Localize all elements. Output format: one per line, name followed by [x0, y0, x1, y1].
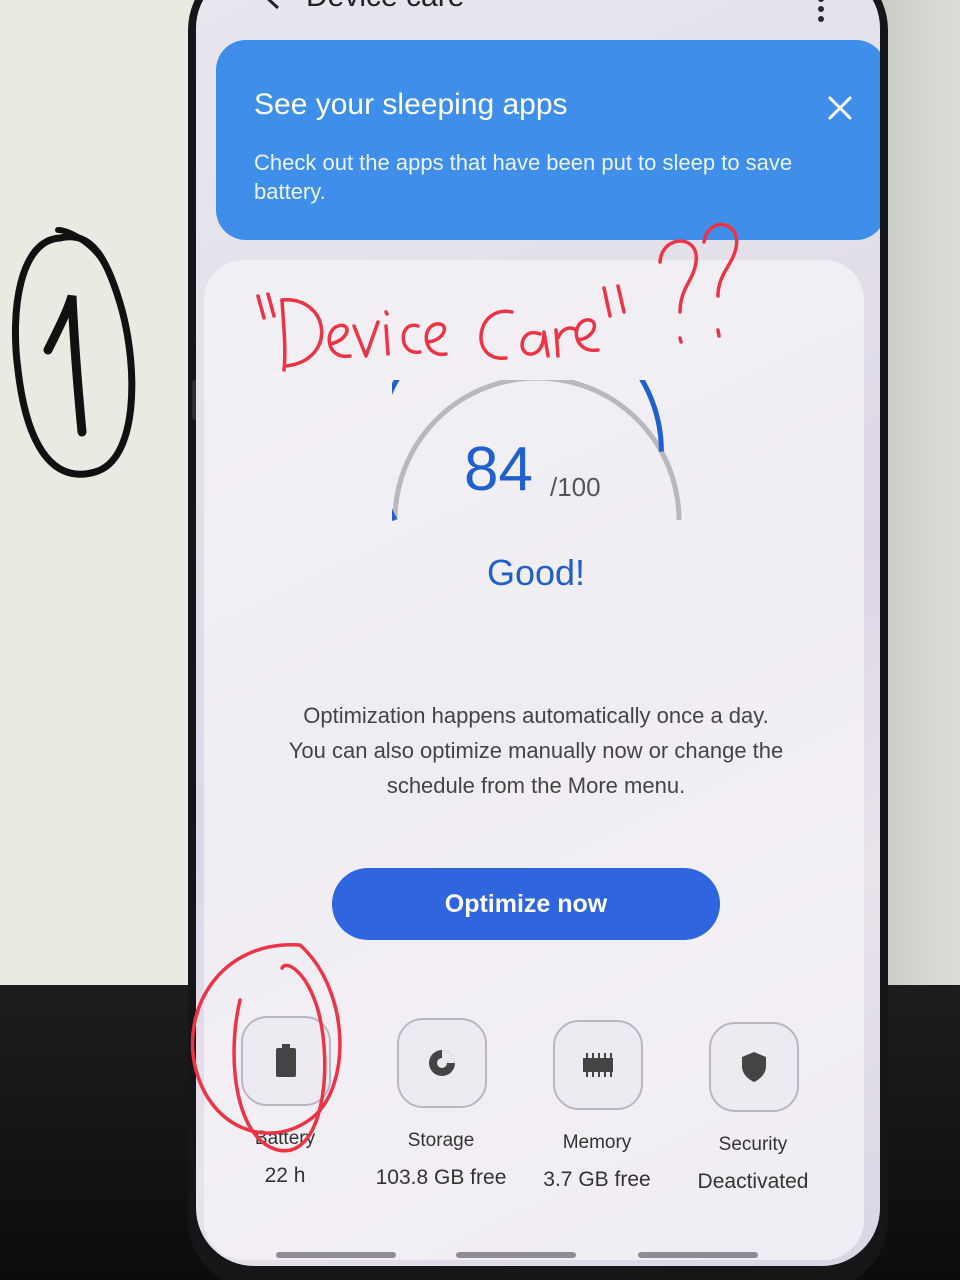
security-label: Security [718, 1134, 788, 1155]
pie-chart-icon [429, 1050, 455, 1076]
sleeping-apps-banner[interactable]: See your sleeping apps Check out the app… [216, 40, 880, 240]
memory-value: 3.7 GB free [543, 1168, 651, 1191]
battery-tile[interactable]: Battery 22 h [210, 1016, 360, 1216]
memory-label: Memory [562, 1132, 632, 1153]
banner-body: Check out the apps that have been put to… [254, 150, 793, 204]
description-line: You can also optimize manually now or ch… [288, 738, 784, 763]
close-icon[interactable] [824, 92, 856, 124]
score-max: /100 [550, 472, 601, 502]
optimize-now-button[interactable]: Optimize now [332, 868, 720, 940]
banner-title: See your sleeping apps [254, 88, 568, 121]
security-icon-box[interactable] [709, 1022, 799, 1112]
battery-icon-box[interactable] [241, 1016, 331, 1106]
gauge-track [392, 380, 682, 521]
battery-icon [276, 1044, 296, 1077]
memory-tile[interactable]: Memory 3.7 GB free [522, 1020, 672, 1220]
storage-label: Storage [407, 1130, 475, 1151]
storage-icon-box[interactable] [397, 1018, 487, 1108]
shield-icon [742, 1052, 766, 1082]
storage-tile[interactable]: Storage 103.8 GB free [366, 1018, 516, 1218]
nav-bar-indicator [638, 1252, 758, 1258]
handwritten-number-annotation [11, 227, 136, 478]
description-line: Optimization happens automatically once … [303, 703, 769, 728]
more-options-icon[interactable] [814, 0, 828, 30]
nav-bar-indicator [276, 1252, 396, 1258]
phone-screen: Device care See your sleeping apps Check… [196, 0, 880, 1266]
battery-label: Battery [254, 1128, 316, 1149]
background-wall [880, 0, 960, 1080]
score-gauge [392, 380, 682, 522]
memory-icon-box[interactable] [553, 1020, 643, 1110]
memory-chip-icon [583, 1053, 613, 1077]
description-line: schedule from the More menu. [386, 773, 686, 798]
score-status: Good! [486, 552, 586, 593]
score-value: 84 [464, 435, 533, 504]
nav-bar-indicator [456, 1252, 576, 1258]
back-arrow-icon[interactable] [256, 0, 286, 12]
security-value: Deactivated [697, 1170, 809, 1193]
battery-value: 22 h [264, 1164, 306, 1187]
storage-value: 103.8 GB free [375, 1166, 507, 1189]
page-title: Device care [306, 0, 464, 14]
optimization-description: Optimization happens automatically once … [236, 698, 836, 803]
security-tile[interactable]: Security Deactivated [678, 1022, 828, 1222]
app-bar: Device care [196, 0, 880, 42]
